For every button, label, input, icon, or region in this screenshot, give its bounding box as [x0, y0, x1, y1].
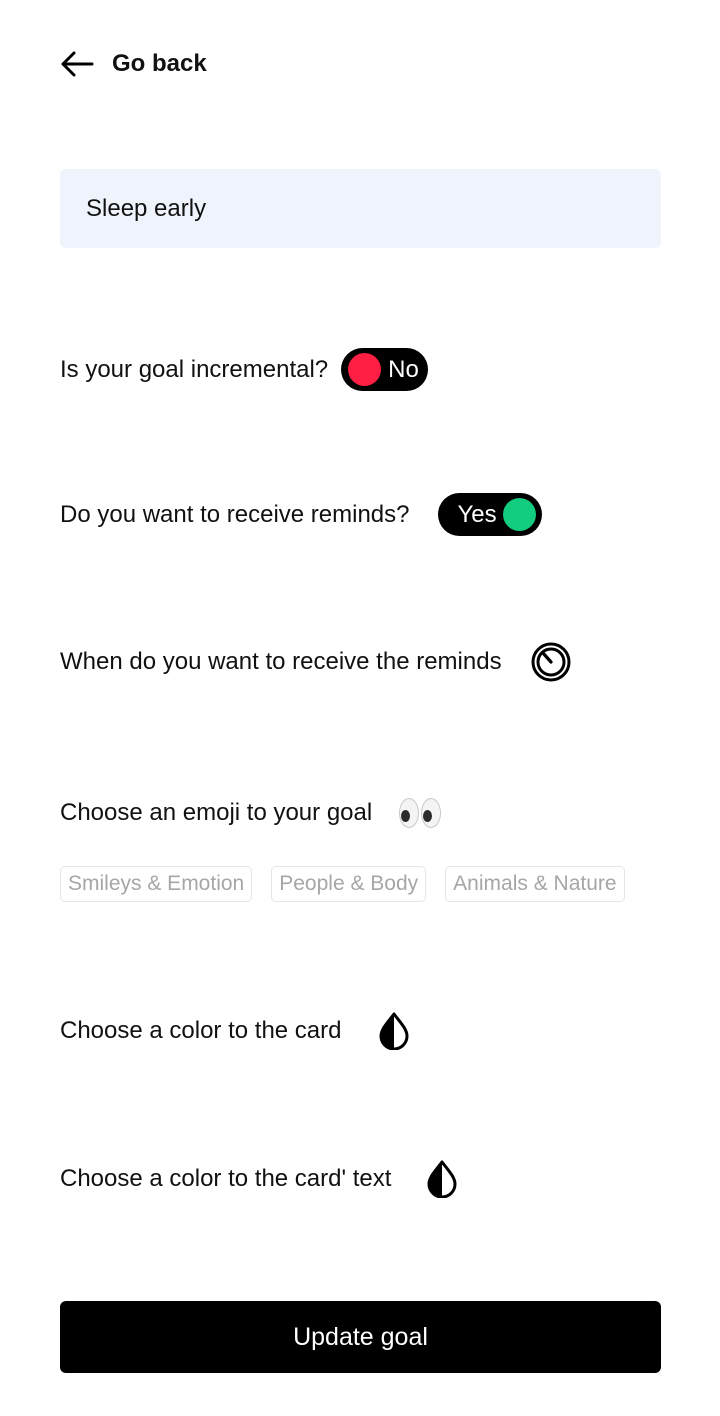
- incremental-toggle[interactable]: No: [341, 348, 429, 391]
- go-back-button[interactable]: Go back: [60, 50, 207, 78]
- toggle-state-label: No: [388, 356, 419, 383]
- color-drop-icon[interactable]: [425, 1160, 459, 1198]
- emoji-category-smileys[interactable]: Smileys & Emotion: [60, 866, 253, 902]
- color-drop-icon[interactable]: [377, 1012, 411, 1050]
- emoji-label: Choose an emoji to your goal: [60, 799, 373, 826]
- go-back-label: Go back: [112, 50, 207, 77]
- emoji-row: Choose an emoji to your goal: [60, 798, 442, 828]
- toggle-knob: [502, 498, 536, 531]
- reminds-row: Do you want to receive reminds? Yes: [60, 493, 542, 536]
- reminds-toggle[interactable]: Yes: [437, 493, 542, 536]
- incremental-row: Is your goal incremental? No: [60, 348, 429, 391]
- emoji-category-animals[interactable]: Animals & Nature: [445, 866, 625, 902]
- card-color-label: Choose a color to the card: [60, 1017, 342, 1044]
- update-goal-button[interactable]: Update goal: [60, 1301, 661, 1373]
- timer-icon[interactable]: [531, 642, 571, 682]
- emoji-category-people[interactable]: People & Body: [271, 866, 427, 902]
- card-text-color-label: Choose a color to the card' text: [60, 1165, 392, 1192]
- emoji-category-tabs: Smileys & Emotion People & Body Animals …: [60, 866, 625, 902]
- goal-name-input[interactable]: [60, 169, 661, 248]
- selected-emoji-eyes-icon[interactable]: [399, 798, 442, 828]
- edit-goal-page: Go back Is your goal incremental? No Do …: [0, 0, 720, 1416]
- toggle-knob: [348, 353, 382, 386]
- reminds-label: Do you want to receive reminds?: [60, 500, 410, 528]
- card-color-row: Choose a color to the card: [60, 1012, 411, 1050]
- remind-time-label: When do you want to receive the reminds: [60, 648, 502, 675]
- incremental-label: Is your goal incremental?: [60, 355, 329, 383]
- remind-time-row: When do you want to receive the reminds: [60, 642, 571, 682]
- card-text-color-row: Choose a color to the card' text: [60, 1160, 459, 1198]
- toggle-state-label: Yes: [457, 501, 497, 528]
- arrow-left-icon: [61, 51, 94, 77]
